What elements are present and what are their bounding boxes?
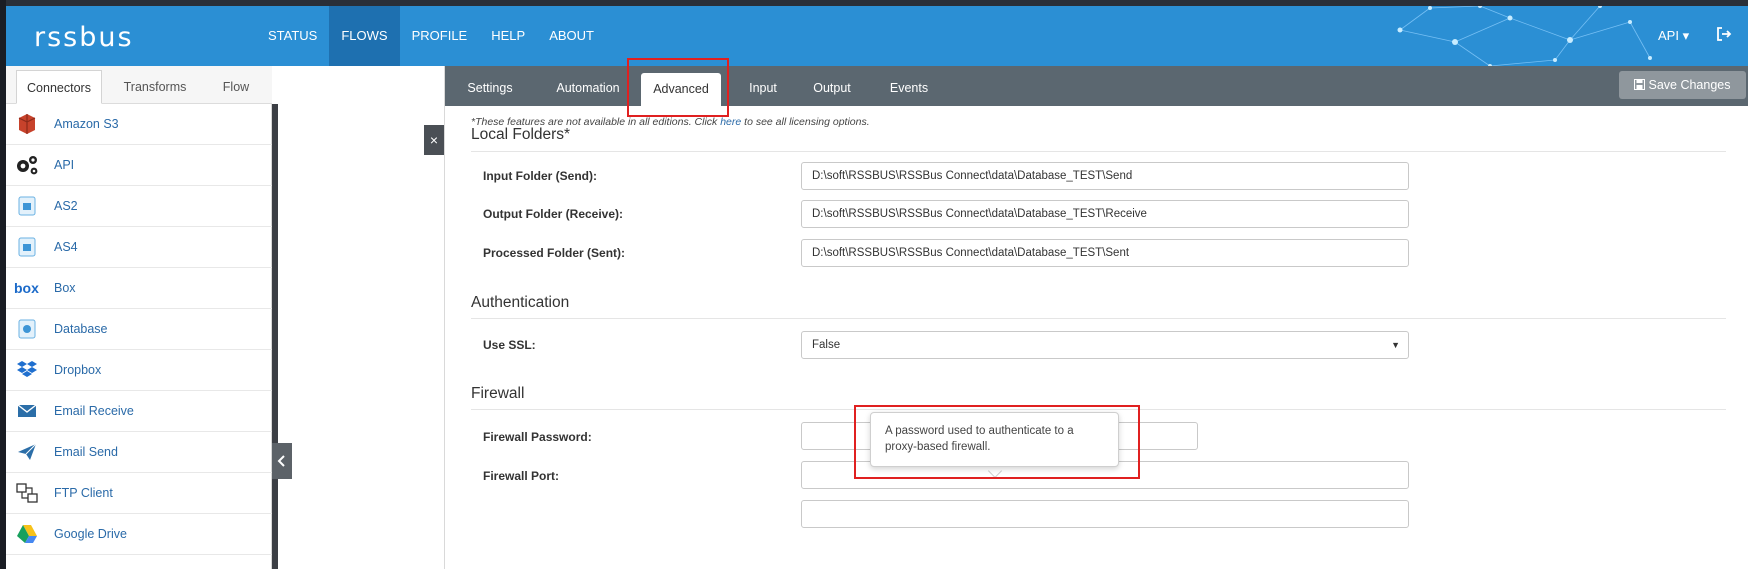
dropbox-icon (14, 357, 40, 383)
ftp-icon (14, 480, 40, 506)
nav-about[interactable]: ABOUT (537, 6, 606, 66)
main-nav: STATUS FLOWS PROFILE HELP ABOUT (256, 6, 606, 66)
user-menu-dropdown[interactable]: API ▾ (1658, 28, 1689, 44)
tab-automation[interactable]: Automation (549, 66, 627, 106)
connector-label: API (54, 158, 75, 172)
main-panel: Settings Automation Advanced Input Outpu… (444, 66, 1748, 569)
tab-output[interactable]: Output (805, 66, 859, 106)
input-folder-label: Input Folder (Send): (483, 169, 597, 183)
divider (471, 318, 1726, 319)
firewall-password-label: Firewall Password: (483, 430, 592, 444)
use-ssl-label: Use SSL: (483, 338, 536, 352)
connector-as2[interactable]: AS2 (6, 186, 272, 227)
tab-connectors[interactable]: Connectors (16, 70, 102, 104)
left-tabs: Connectors Transforms Flow (6, 66, 272, 104)
connector-ftp-client[interactable]: FTP Client (6, 473, 272, 514)
connector-label: Dropbox (54, 363, 102, 377)
connector-google-drive[interactable]: Google Drive (6, 514, 272, 555)
connector-label: Google Drive (54, 527, 127, 541)
divider (471, 151, 1726, 152)
connector-dropbox[interactable]: Dropbox (6, 350, 272, 391)
connector-label: Box (54, 281, 76, 295)
section-authentication: Authentication (471, 294, 570, 311)
connector-label: Email Receive (54, 404, 134, 418)
firewall-server-field[interactable] (801, 500, 1409, 528)
connector-label: AS2 (54, 199, 78, 213)
caret-down-icon: ▼ (1391, 340, 1400, 350)
database-icon (14, 316, 40, 342)
svg-text:box: box (14, 281, 39, 295)
connector-email-send[interactable]: Email Send (6, 432, 272, 473)
tab-events[interactable]: Events (883, 66, 935, 106)
tab-input[interactable]: Input (741, 66, 785, 106)
envelope-icon (14, 398, 40, 424)
logout-icon[interactable] (1716, 26, 1732, 42)
connector-as4[interactable]: AS4 (6, 227, 272, 268)
use-ssl-select[interactable]: False ▼ (801, 331, 1409, 359)
connector-amazon-s3[interactable]: Amazon S3 (6, 104, 272, 145)
gears-icon (14, 152, 40, 178)
section-local-folders: Local Folders* (471, 126, 571, 143)
connector-label: FTP Client (54, 486, 113, 500)
box-icon: box (14, 275, 40, 301)
network-decoration (1397, 6, 1652, 66)
brand-logo: rssbus (34, 22, 134, 53)
connector-box[interactable]: box Box (6, 268, 272, 309)
connector-label: Email Send (54, 445, 118, 459)
firewall-password-tooltip: A password used to authenticate to a pro… (870, 412, 1119, 467)
connector-label: AS4 (54, 240, 78, 254)
window-edge (0, 0, 6, 569)
output-folder-field[interactable]: D:\soft\RSSBUS\RSSBus Connect\data\Datab… (801, 200, 1409, 228)
paper-plane-icon (14, 439, 40, 465)
processed-folder-label: Processed Folder (Sent): (483, 246, 626, 260)
use-ssl-value: False (812, 339, 841, 351)
amazon-s3-icon (14, 111, 40, 137)
app-window: rssbus STATUS FLOWS PROFILE HELP ABOUT A… (0, 0, 1748, 569)
section-firewall: Firewall (471, 385, 525, 402)
save-label: Save Changes (1648, 78, 1731, 92)
nav-flows[interactable]: FLOWS (329, 6, 400, 66)
top-navigation-bar: rssbus STATUS FLOWS PROFILE HELP ABOUT A… (0, 0, 1748, 66)
as4-icon (14, 234, 40, 260)
save-changes-button[interactable]: Save Changes (1619, 71, 1746, 99)
tab-flow[interactable]: Flow (206, 70, 266, 104)
floppy-disk-icon (1634, 79, 1646, 90)
connector-database[interactable]: Database (6, 309, 272, 350)
collapse-panel-button[interactable] (272, 443, 292, 479)
tab-settings[interactable]: Settings (457, 66, 523, 106)
input-folder-field[interactable]: D:\soft\RSSBUS\RSSBus Connect\data\Datab… (801, 162, 1409, 190)
tab-transforms[interactable]: Transforms (112, 70, 198, 104)
nav-profile[interactable]: PROFILE (400, 6, 480, 66)
divider (471, 409, 1726, 410)
connector-label: Amazon S3 (54, 117, 119, 131)
close-icon[interactable]: × (424, 125, 444, 155)
as2-icon (14, 193, 40, 219)
connector-api[interactable]: API (6, 145, 272, 186)
left-panel-scrollbar[interactable] (272, 104, 278, 569)
google-drive-icon (14, 521, 40, 547)
connector-label: Database (54, 322, 108, 336)
licensing-link[interactable]: here (720, 116, 741, 128)
processed-folder-field[interactable]: D:\soft\RSSBUS\RSSBus Connect\data\Datab… (801, 239, 1409, 267)
left-panel: Connectors Transforms Flow Amazon S3 API (6, 66, 278, 569)
nav-help[interactable]: HELP (479, 6, 537, 66)
output-folder-label: Output Folder (Receive): (483, 207, 624, 221)
connector-list: Amazon S3 API AS2 AS4 box Box Database D… (6, 104, 272, 555)
firewall-port-label: Firewall Port: (483, 469, 560, 483)
connector-email-receive[interactable]: Email Receive (6, 391, 272, 432)
nav-status[interactable]: STATUS (256, 6, 329, 66)
chevron-left-icon (277, 455, 285, 467)
note-text-end: to see all licensing options. (741, 116, 870, 128)
tab-advanced[interactable]: Advanced (641, 73, 721, 106)
settings-tabbar: Settings Automation Advanced Input Outpu… (445, 66, 1748, 106)
